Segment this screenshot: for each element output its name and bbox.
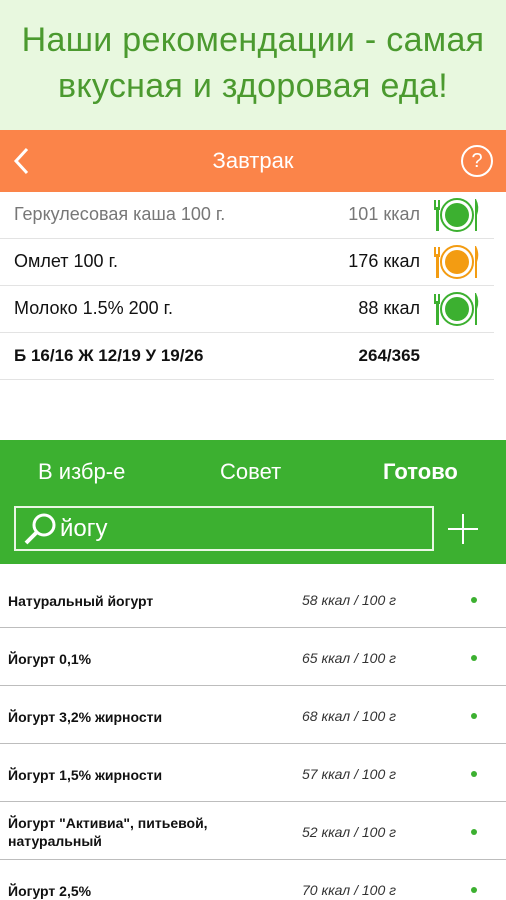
food-name: Йогурт 0,1% bbox=[8, 651, 92, 667]
tab-advice[interactable]: Совет bbox=[220, 459, 281, 485]
food-kcal: 58 ккал / 100 г bbox=[302, 592, 397, 608]
kcal-total: 264/365 bbox=[358, 346, 420, 365]
done-button[interactable]: Готово bbox=[383, 459, 458, 485]
promo-line-2: вкусная и здоровая еда! bbox=[57, 67, 449, 105]
plate-icon bbox=[434, 198, 479, 232]
list-item[interactable]: Йогурт 2,5% 70 ккал / 100 г bbox=[0, 860, 506, 900]
list-item[interactable]: Йогурт 1,5% жирности 57 ккал / 100 г bbox=[0, 744, 506, 802]
list-item[interactable]: Йогурт 0,1% 65 ккал / 100 г bbox=[0, 628, 506, 686]
food-kcal: 65 ккал / 100 г bbox=[302, 650, 397, 666]
meal-item[interactable]: Омлет 100 г. 176 ккал bbox=[0, 239, 494, 286]
meal-item-kcal: 176 ккал bbox=[348, 251, 420, 271]
food-name: Йогурт 2,5% bbox=[8, 883, 92, 899]
status-dot bbox=[471, 829, 477, 835]
list-item[interactable]: Йогурт 3,2% жирности 68 ккал / 100 г bbox=[0, 686, 506, 744]
meal-item-kcal: 101 ккал bbox=[348, 204, 420, 224]
search-query: йогу bbox=[60, 515, 108, 542]
meal-item[interactable]: Геркулесовая каша 100 г. 101 ккал bbox=[0, 192, 494, 239]
list-item[interactable]: Натуральный йогурт 58 ккал / 100 г bbox=[0, 570, 506, 628]
meal-list: Геркулесовая каша 100 г. 101 ккал Омлет … bbox=[0, 192, 494, 380]
help-icon[interactable]: ? bbox=[461, 145, 493, 177]
food-name: Йогурт 3,2% жирности bbox=[8, 709, 163, 725]
macros-total: Б 16/16 Ж 12/19 У 19/26 bbox=[14, 346, 204, 365]
meal-item-kcal: 88 ккал bbox=[358, 298, 420, 318]
promo-banner: Наши рекомендации - самая вкусная и здор… bbox=[0, 0, 506, 130]
status-dot bbox=[471, 771, 477, 777]
food-kcal: 70 ккал / 100 г bbox=[302, 882, 397, 898]
food-name: Натуральный йогурт bbox=[8, 593, 154, 609]
food-kcal: 68 ккал / 100 г bbox=[302, 708, 397, 724]
food-kcal: 57 ккал / 100 г bbox=[302, 766, 397, 782]
plate-icon bbox=[434, 292, 479, 326]
food-kcal: 52 ккал / 100 г bbox=[302, 824, 397, 840]
promo-line-1: Наши рекомендации - самая bbox=[21, 21, 485, 59]
plate-icon bbox=[434, 245, 479, 279]
page-title: Завтрак bbox=[212, 148, 294, 173]
status-dot bbox=[471, 713, 477, 719]
add-icon[interactable] bbox=[446, 512, 480, 546]
meal-item-name: Молоко 1.5% 200 г. bbox=[14, 298, 174, 318]
list-item[interactable]: Йогурт "Активиа", питьевой, натуральный … bbox=[0, 802, 506, 860]
search-panel: В избр-е Совет Готово йогу bbox=[0, 440, 506, 564]
status-dot bbox=[471, 597, 477, 603]
search-input[interactable]: йогу bbox=[14, 506, 434, 551]
meal-item-name: Омлет 100 г. bbox=[14, 251, 118, 271]
top-bar: Завтрак ? bbox=[0, 130, 506, 192]
food-name: Йогурт 1,5% жирности bbox=[8, 767, 163, 783]
meal-totals-row: Б 16/16 Ж 12/19 У 19/26 264/365 bbox=[0, 333, 494, 380]
meal-item-name: Геркулесовая каша 100 г. bbox=[14, 204, 226, 224]
meal-item[interactable]: Молоко 1.5% 200 г. 88 ккал bbox=[0, 286, 494, 333]
food-name: Йогурт "Активиа", питьевой, натуральный bbox=[8, 815, 208, 849]
search-results: Натуральный йогурт 58 ккал / 100 г Йогур… bbox=[0, 570, 506, 900]
status-dot bbox=[471, 655, 477, 661]
status-dot bbox=[471, 887, 477, 893]
tab-favorites[interactable]: В избр-е bbox=[38, 459, 125, 485]
search-icon bbox=[24, 513, 56, 545]
